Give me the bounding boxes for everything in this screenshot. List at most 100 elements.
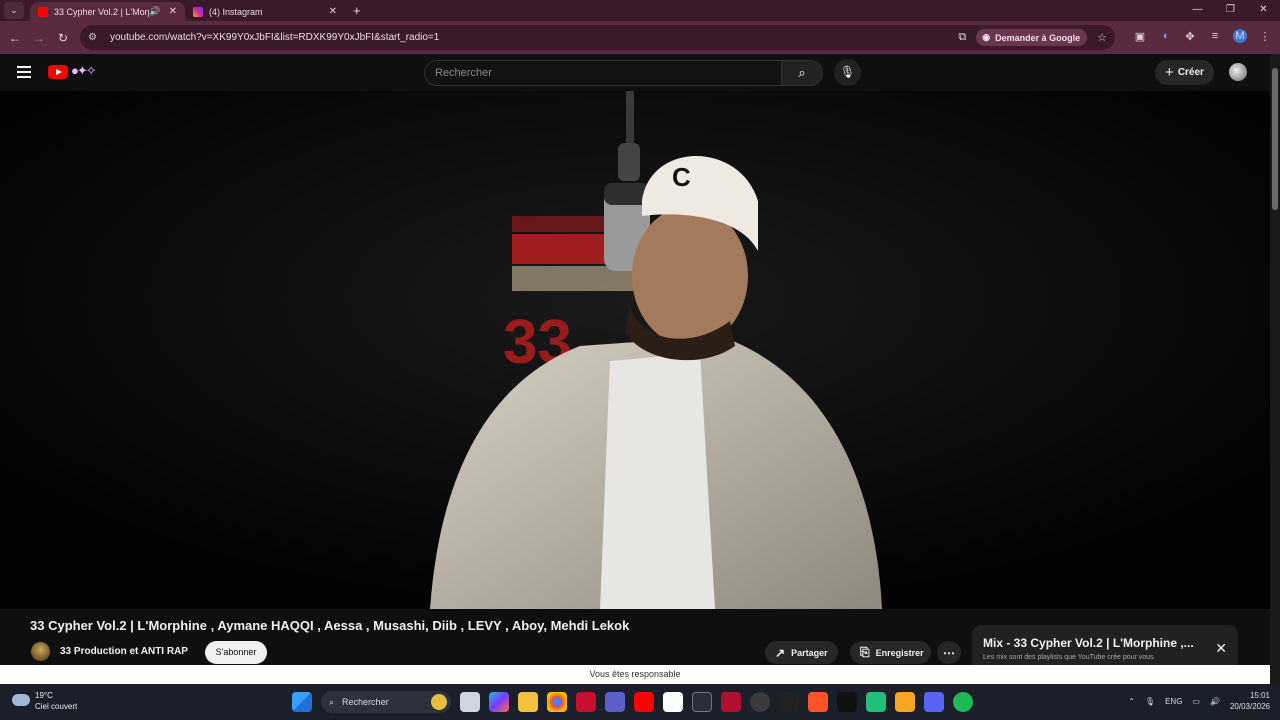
windows-taskbar: 19°C Ciel couvert ⌕ Rechercher ⌃ 🎙 ENG ▭… [0,684,1280,720]
task-view-icon[interactable] [460,692,480,712]
system-tray: ⌃ 🎙 ENG ▭ 🔊 15:01 20/03/2026 [1128,690,1270,712]
more-actions-icon[interactable]: ⋯ [937,641,961,664]
red-app-icon[interactable] [721,692,741,712]
lens-icon: ◉ [982,32,991,42]
media-control-icon[interactable]: ≡ [1208,30,1222,42]
chrome-icon[interactable] [547,692,567,712]
tab-youtube[interactable]: 33 Cypher Vol.2 | L'Morphin 🔊 ✕ [30,2,185,21]
menu-dots-icon[interactable]: ⋮ [1258,30,1272,43]
chevron-up-icon[interactable]: ⌃ [1128,697,1135,706]
mix-subtitle: Les mix sont des playlists que YouTube c… [983,654,1154,661]
tab-instagram[interactable]: (4) Instagram ✕ [185,2,345,21]
adobe-icon[interactable] [576,692,596,712]
weather-app-icon[interactable] [692,692,712,712]
mix-title[interactable]: Mix - 33 Cypher Vol.2 | L'Morphine ,... [983,636,1203,650]
window-controls: — ❐ ✕ [1181,0,1280,21]
new-tab-icon[interactable]: + [353,3,361,18]
network-icon[interactable]: ▭ [1192,697,1200,706]
tab-strip: ⌄ 33 Cypher Vol.2 | L'Morphin 🔊 ✕ (4) In… [0,0,1280,21]
search-icon[interactable]: ⌕ [781,60,823,86]
language-indicator[interactable]: ENG [1165,697,1182,706]
search-icon: ⌕ [329,696,335,707]
microphone-icon[interactable]: 🎙 [834,59,861,86]
bookmark-star-icon[interactable]: ☆ [1097,31,1107,44]
user-avatar[interactable] [1229,63,1247,81]
windows-start-icon[interactable] [292,692,312,712]
clock[interactable]: 15:01 20/03/2026 [1230,690,1270,712]
video-player[interactable]: 33 C [0,91,1270,609]
cap-logo: C [672,162,691,192]
fl-studio-icon[interactable] [895,692,915,712]
weather-widget[interactable]: 19°C Ciel couvert [12,690,77,712]
instagram-favicon-icon [193,6,203,17]
minimize-icon[interactable]: — [1181,0,1214,21]
discord-icon[interactable] [924,692,944,712]
extensions-puzzle-icon[interactable]: ✥ [1183,30,1197,43]
person-shirt [600,353,715,609]
ask-google-label: Demander à Google [995,32,1081,43]
settings-icon[interactable] [750,692,770,712]
site-info-icon[interactable]: ⚙ [88,32,100,44]
save-label: Enregistrer [875,647,924,658]
plus-icon: + [1165,64,1174,81]
create-button[interactable]: + Créer [1155,60,1214,85]
copilot-icon[interactable] [489,692,509,712]
temperature: 19°C [35,691,53,700]
mic-tray-icon[interactable]: 🎙 [1145,697,1155,706]
xm-app-icon[interactable] [779,692,799,712]
brave-icon[interactable] [808,692,828,712]
extensions-area: ▣ ◖ ✥ ≡ M ⋮ [1133,29,1272,43]
volume-icon[interactable]: 🔊 [1210,697,1220,706]
install-icon[interactable]: ⧉ [958,31,966,44]
youtube-favicon-icon [38,6,48,17]
extension-icon[interactable]: ◖ [1158,30,1172,42]
scrollbar-thumb[interactable] [1272,68,1278,210]
url-text[interactable]: youtube.com/watch?v=XK99Y0xJbFI&list=RDX… [110,32,439,43]
close-tab-icon[interactable]: ✕ [169,6,177,17]
page-scrollbar[interactable] [1270,54,1280,684]
doodle-sparkle-icon[interactable]: ●✦✧ [71,63,97,79]
restore-icon[interactable]: ❐ [1214,0,1247,21]
back-icon[interactable]: ← [3,31,27,45]
notice-banner: Vous êtes responsable [0,665,1270,684]
video-title: 33 Cypher Vol.2 | L'Morphine , Aymane HA… [30,618,630,633]
tradingview-icon[interactable] [837,692,857,712]
search-input[interactable]: Rechercher [424,60,782,86]
time: 15:01 [1249,691,1270,700]
share-label: Partager [791,647,828,658]
share-button[interactable]: ↗ Partager [765,641,838,664]
file-explorer-icon[interactable] [518,692,538,712]
spotify-icon[interactable] [953,692,973,712]
tab-title: (4) Instagram [209,6,263,17]
tab-search-button[interactable]: ⌄ [4,2,24,19]
close-icon[interactable]: ✕ [1215,640,1227,657]
share-arrow-icon: ↗ [775,645,786,660]
reload-icon[interactable]: ↻ [51,31,75,45]
fn-app-icon[interactable] [663,692,683,712]
close-tab-icon[interactable]: ✕ [329,6,337,17]
forward-icon[interactable]: → [27,31,51,45]
subscribe-button[interactable]: S'abonner [205,641,267,664]
teams-icon[interactable] [605,692,625,712]
speaker-icon[interactable]: 🔊 [149,6,160,17]
weather-description: Ciel couvert [35,702,78,711]
date: 20/03/2026 [1229,702,1270,711]
save-button[interactable]: ⎘ Enregistrer [850,641,931,664]
channel-name[interactable]: 33 Production et ANTI RAP [60,646,188,657]
green-app-icon[interactable] [866,692,886,712]
cloud-icon [12,694,30,706]
hamburger-menu-icon[interactable] [17,66,31,81]
mix-playlist-panel[interactable]: Mix - 33 Cypher Vol.2 | L'Morphine ,... … [972,625,1238,670]
youtube-logo-icon[interactable] [48,65,68,79]
profile-avatar[interactable]: M [1233,29,1247,43]
youtube-app-icon[interactable] [634,692,654,712]
address-bar[interactable]: ⚙ youtube.com/watch?v=XK99Y0xJbFI&list=R… [80,25,1115,50]
taskbar-search-label: Rechercher [342,697,389,707]
close-window-icon[interactable]: ✕ [1247,0,1280,21]
extension-icon[interactable]: ▣ [1133,30,1147,43]
search-highlight-icon [431,694,447,710]
ask-google-button[interactable]: ◉ Demander à Google [976,29,1088,46]
video-frame: 33 C [0,91,1270,609]
channel-avatar[interactable] [31,642,50,661]
taskbar-search[interactable]: ⌕ Rechercher [321,691,451,713]
